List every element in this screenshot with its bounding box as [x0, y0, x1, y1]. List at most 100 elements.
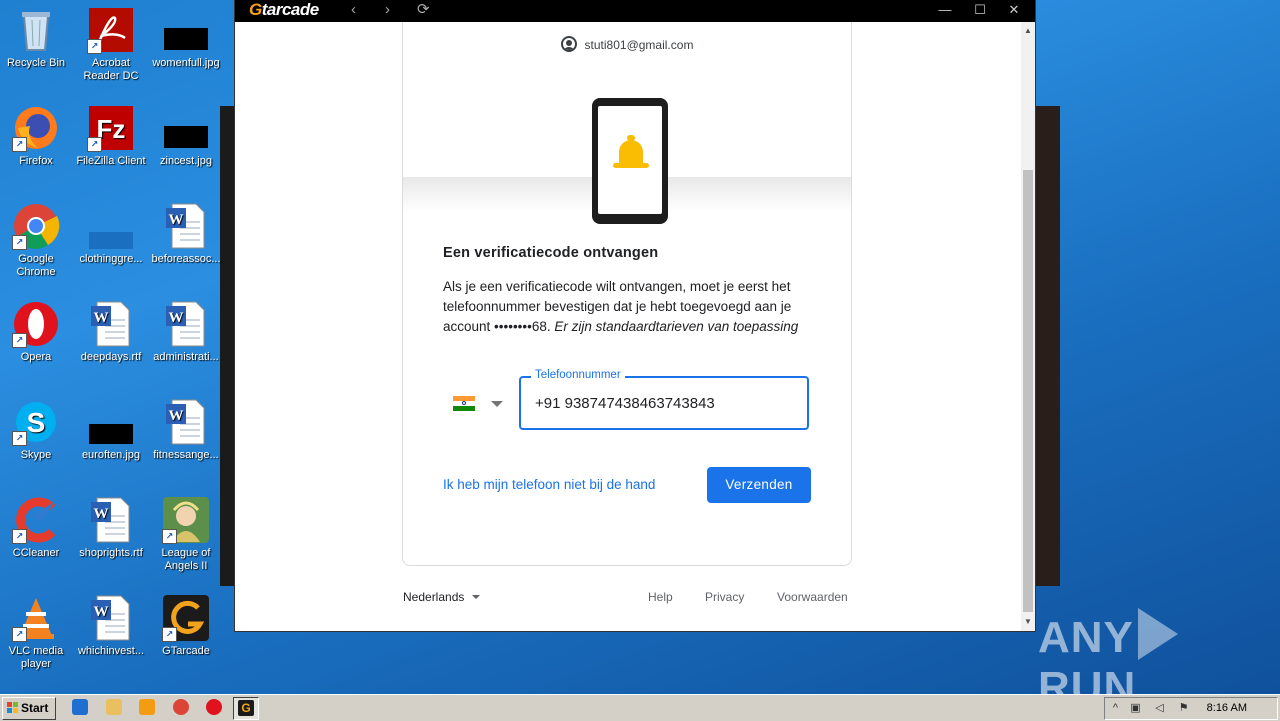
desktop-icon-vlc[interactable]: ↗ VLC media player: [0, 588, 72, 671]
chrome-icon[interactable]: [173, 699, 189, 715]
start-button[interactable]: Start: [2, 697, 56, 720]
bell-icon: [613, 135, 649, 168]
gtarcade-icon: ↗: [162, 594, 210, 642]
phone-icon: [592, 98, 668, 224]
account-circle-icon: [560, 36, 577, 52]
title-bar: Gtarcade ‹ › ⟳ — ☐ ✕: [235, 0, 1035, 22]
no-phone-link[interactable]: Ik heb mijn telefoon niet bij de hand: [443, 477, 655, 492]
web-content: stuti801@gmail.com Een verificatiecode o…: [235, 22, 1021, 631]
ccleaner-icon: ↗: [12, 496, 60, 544]
desktop-icon-skype[interactable]: S ↗ Skype: [0, 392, 72, 462]
word-document-icon: W: [87, 496, 135, 544]
footer: Nederlands Help Privacy Voorwaarden: [402, 590, 850, 610]
send-button[interactable]: Verzenden: [707, 467, 811, 503]
show-hidden-icons-icon[interactable]: ^: [1109, 702, 1122, 715]
desktop-icon-shoprights[interactable]: W shoprights.rtf: [75, 490, 147, 560]
vlc-icon: ↗: [12, 594, 60, 642]
desktop-icon-firefox[interactable]: ↗ Firefox: [0, 98, 72, 168]
desktop-icon-euroften[interactable]: euroften.jpg: [75, 392, 147, 462]
dropdown-arrow-icon: [472, 595, 481, 599]
desktop-icon-gtarcade[interactable]: ↗ GTarcade: [150, 588, 222, 658]
desktop-icon-ccleaner[interactable]: ↗ CCleaner: [0, 490, 72, 560]
minimize-button[interactable]: —: [928, 0, 962, 22]
taskbar-item-gtarcade[interactable]: G: [233, 697, 259, 720]
svg-text:W: W: [94, 604, 109, 620]
scroll-down-icon[interactable]: ▼: [1023, 617, 1033, 627]
word-document-icon: W: [162, 202, 210, 250]
desktop-icon-opera[interactable]: ↗ Opera: [0, 294, 72, 364]
desktop-icon-acrobat[interactable]: ↗ Acrobat Reader DC: [75, 0, 147, 83]
skype-icon: S ↗: [12, 398, 60, 446]
scrollbar-thumb[interactable]: [1023, 170, 1033, 612]
forward-button[interactable]: ›: [385, 0, 390, 22]
india-flag-icon: [453, 396, 475, 411]
scroll-up-icon[interactable]: ▲: [1023, 26, 1033, 36]
privacy-link[interactable]: Privacy: [705, 590, 744, 604]
word-document-icon: W: [162, 398, 210, 446]
svg-text:W: W: [169, 212, 184, 228]
desktop-icon-clothinggre[interactable]: clothinggre...: [75, 196, 147, 266]
svg-text:W: W: [169, 310, 184, 326]
desktop-icon-chrome[interactable]: ↗ Google Chrome: [0, 196, 72, 279]
maximize-button[interactable]: ☐: [963, 0, 997, 22]
back-button[interactable]: ‹: [351, 0, 356, 22]
close-button[interactable]: ✕: [997, 0, 1031, 22]
chrome-icon: ↗: [12, 202, 60, 250]
page-title: Een verificatiecode ontvangen: [443, 245, 659, 261]
country-selector[interactable]: [453, 396, 503, 416]
gtarcade-icon: G: [238, 700, 254, 716]
desktop-icon-whichinvest[interactable]: W whichinvest...: [75, 588, 147, 658]
svg-text:W: W: [169, 408, 184, 424]
recycle-bin-icon: [12, 6, 60, 54]
taskbar: Start G ^ ▣ ◁ ⚑ 8:16 AM: [0, 694, 1280, 721]
language-selector[interactable]: Nederlands: [403, 590, 481, 604]
dropdown-arrow-icon: [491, 401, 503, 407]
phone-number-label: Telefoonnummer: [531, 369, 625, 381]
word-document-icon: W: [162, 300, 210, 348]
scrollbar[interactable]: ▲ ▼: [1021, 22, 1035, 631]
desktop-icon-administrati[interactable]: W administrati...: [150, 294, 222, 364]
desktop-icon-fitnessange[interactable]: W fitnessange...: [150, 392, 222, 462]
image-file-icon: [162, 6, 210, 54]
opera-icon: ↗: [12, 300, 60, 348]
media-player-icon[interactable]: [139, 699, 155, 715]
desktop-icon-womenfull[interactable]: womenfull.jpg: [150, 0, 222, 70]
filezilla-icon: Fz ↗: [87, 104, 135, 152]
gtarcade-logo: Gtarcade: [249, 0, 319, 19]
image-file-icon: [87, 398, 135, 446]
terms-link[interactable]: Voorwaarden: [777, 590, 848, 604]
internet-explorer-icon[interactable]: [72, 699, 88, 715]
desktop-icon-recycle-bin[interactable]: Recycle Bin: [0, 0, 72, 70]
desktop-icon-deepdays[interactable]: W deepdays.rtf: [75, 294, 147, 364]
svg-text:W: W: [94, 310, 109, 326]
gtarcade-window: Gtarcade ‹ › ⟳ — ☐ ✕ stuti801@gmail.com …: [235, 0, 1035, 631]
system-tray: ^ ▣ ◁ ⚑ 8:16 AM: [1104, 697, 1278, 720]
desktop-icon-beforeassoc[interactable]: W beforeassoc...: [150, 196, 222, 266]
flag-icon[interactable]: ⚑: [1177, 702, 1190, 715]
desktop-icon-zincest[interactable]: zincest.jpg: [150, 98, 222, 168]
phone-number-input[interactable]: [535, 395, 797, 412]
league-of-angels-icon: ↗: [162, 496, 210, 544]
help-link[interactable]: Help: [648, 590, 673, 604]
acrobat-icon: ↗: [87, 6, 135, 54]
opera-icon[interactable]: [206, 699, 222, 715]
description: Als je een verificatiecode wilt ontvange…: [443, 279, 799, 334]
clock[interactable]: 8:16 AM: [1207, 698, 1247, 719]
desktop-icon-league-of-angels[interactable]: ↗ League of Angels II: [150, 490, 222, 573]
account-chip[interactable]: stuti801@gmail.com: [403, 36, 851, 52]
firefox-icon: ↗: [12, 104, 60, 152]
svg-text:S: S: [27, 407, 46, 438]
network-icon[interactable]: ▣: [1129, 702, 1142, 715]
image-file-icon: [162, 104, 210, 152]
image-file-icon: [87, 202, 135, 250]
phone-number-field[interactable]: Telefoonnummer: [519, 369, 809, 430]
account-email: stuti801@gmail.com: [584, 38, 694, 52]
refresh-button[interactable]: ⟳: [417, 0, 430, 22]
windows-logo-icon: [7, 702, 19, 714]
svg-text:W: W: [94, 506, 109, 522]
desktop-icon-filezilla[interactable]: Fz ↗ FileZilla Client: [75, 98, 147, 168]
volume-icon[interactable]: ◁: [1153, 702, 1166, 715]
folder-icon[interactable]: [106, 699, 122, 715]
phone-bell-illustration: [403, 92, 851, 228]
word-document-icon: W: [87, 300, 135, 348]
